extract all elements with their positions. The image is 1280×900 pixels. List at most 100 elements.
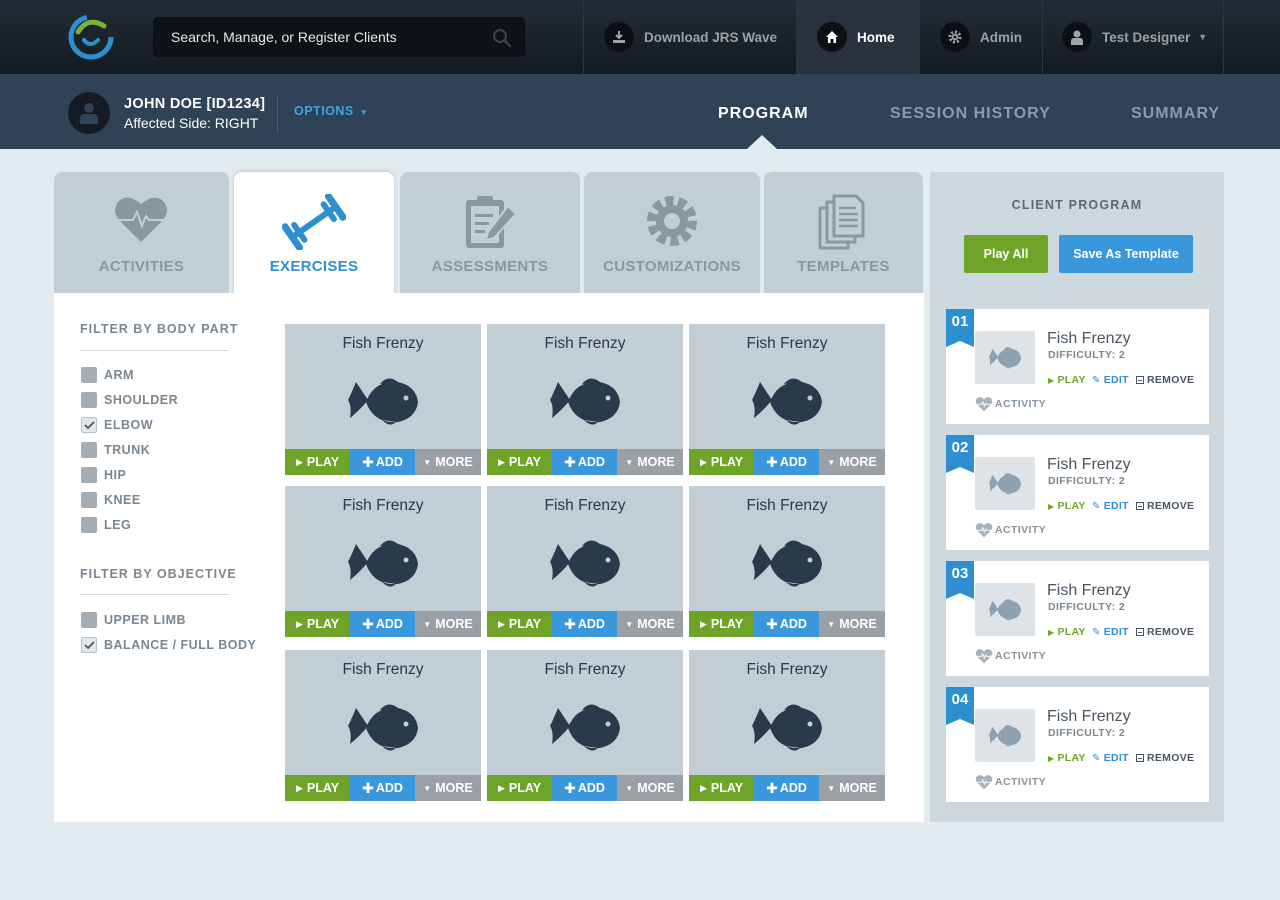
divider	[80, 594, 229, 595]
gear-icon	[940, 22, 970, 52]
exercise-card[interactable]: Fish Frenzy ▶ PLAY ✚ ADD ▼ MORE	[689, 650, 885, 801]
play-icon: ▶	[1048, 627, 1055, 637]
card-add-button[interactable]: ✚ ADD	[350, 775, 415, 801]
card-more-button[interactable]: ▼ MORE	[617, 611, 683, 637]
exercise-card[interactable]: Fish Frenzy ▶ PLAY ✚ ADD ▼ MORE	[285, 650, 481, 801]
checkbox[interactable]	[81, 517, 97, 533]
active-tab-pointer	[747, 135, 777, 149]
filter-trunk[interactable]: TRUNK	[81, 442, 150, 458]
clipboard-edit-icon	[466, 196, 518, 248]
card-add-button[interactable]: ✚ ADD	[350, 449, 415, 475]
checkbox[interactable]	[81, 367, 97, 383]
top-navigation: Download JRS Wave Home Admin Test Design…	[0, 0, 1280, 74]
nav-home[interactable]: Home	[796, 0, 919, 74]
card-play-button[interactable]: ▶ PLAY	[689, 449, 754, 475]
card-play-button[interactable]: ▶ PLAY	[487, 775, 552, 801]
card-add-button[interactable]: ✚ ADD	[350, 611, 415, 637]
card-play-button[interactable]: ▶ PLAY	[487, 449, 552, 475]
filter-hip[interactable]: HIP	[81, 467, 126, 483]
card-add-button[interactable]: ✚ ADD	[754, 775, 819, 801]
checkbox-checked[interactable]	[81, 417, 97, 433]
tab-program[interactable]: PROGRAM	[718, 105, 809, 123]
pencil-icon: ✎	[1092, 626, 1101, 638]
nav-user-menu[interactable]: Test Designer ▼	[1042, 0, 1224, 74]
filter-knee[interactable]: KNEE	[81, 492, 141, 508]
card-add-button[interactable]: ✚ ADD	[552, 449, 617, 475]
nav-admin[interactable]: Admin	[919, 0, 1042, 74]
card-play-button[interactable]: ▶ PLAY	[689, 611, 754, 637]
card-add-button[interactable]: ✚ ADD	[754, 611, 819, 637]
card-more-button[interactable]: ▼ MORE	[415, 775, 481, 801]
filter-arm[interactable]: ARM	[81, 367, 134, 383]
program-item: 01 Fish Frenzy DIFFICULTY: 2 ▶ PLAY ✎ EDIT…	[946, 309, 1209, 424]
tab-session-history[interactable]: SESSION HISTORY	[890, 105, 1051, 123]
play-icon: ▶	[1048, 753, 1055, 763]
card-more-button[interactable]: ▼ MORE	[819, 449, 885, 475]
save-as-template-button[interactable]: Save As Template	[1059, 235, 1193, 273]
search-input[interactable]	[171, 29, 481, 45]
remove-label: REMOVE	[1147, 500, 1195, 512]
checkbox[interactable]	[81, 392, 97, 408]
card-more-button[interactable]: ▼ MORE	[819, 611, 885, 637]
card-more-button[interactable]: ▼ MORE	[617, 775, 683, 801]
program-item-edit[interactable]: ✎ EDIT	[1092, 374, 1129, 386]
tab-assessments[interactable]: ASSESSMENTS	[400, 172, 580, 294]
plus-icon: ✚	[564, 779, 576, 796]
exercise-card[interactable]: Fish Frenzy ▶ PLAY ✚ ADD ▼ MORE	[487, 324, 683, 475]
program-item-remove[interactable]: REMOVE	[1136, 626, 1194, 638]
card-play-button[interactable]: ▶ PLAY	[285, 611, 350, 637]
tab-exercises-label: EXERCISES	[269, 258, 359, 275]
options-label: OPTIONS	[294, 104, 354, 118]
chevron-down-icon: ▼	[625, 457, 634, 467]
program-item-play[interactable]: ▶ PLAY	[1048, 374, 1086, 386]
play-icon: ▶	[1048, 501, 1055, 511]
logo-icon[interactable]	[68, 14, 114, 60]
card-add-button[interactable]: ✚ ADD	[552, 611, 617, 637]
program-item-edit[interactable]: ✎ EDIT	[1092, 500, 1129, 512]
checkbox[interactable]	[81, 467, 97, 483]
exercise-card[interactable]: Fish Frenzy ▶ PLAY ✚ ADD ▼ MORE	[285, 486, 481, 637]
card-more-button[interactable]: ▼ MORE	[819, 775, 885, 801]
exercise-card[interactable]: Fish Frenzy ▶ PLAY ✚ ADD ▼ MORE	[285, 324, 481, 475]
card-more-button[interactable]: ▼ MORE	[415, 611, 481, 637]
program-item-remove[interactable]: REMOVE	[1136, 374, 1194, 386]
program-item-edit[interactable]: ✎ EDIT	[1092, 752, 1129, 764]
filter-leg[interactable]: LEG	[81, 517, 131, 533]
options-dropdown[interactable]: OPTIONS ▼	[294, 104, 368, 118]
program-item-play[interactable]: ▶ PLAY	[1048, 752, 1086, 764]
checkbox-checked[interactable]	[81, 637, 97, 653]
card-play-button[interactable]: ▶ PLAY	[285, 775, 350, 801]
checkbox[interactable]	[81, 492, 97, 508]
card-play-button[interactable]: ▶ PLAY	[487, 611, 552, 637]
tab-summary[interactable]: SUMMARY	[1131, 105, 1220, 123]
card-add-button[interactable]: ✚ ADD	[552, 775, 617, 801]
checkbox[interactable]	[81, 442, 97, 458]
tab-exercises[interactable]: EXERCISES	[234, 172, 394, 296]
exercise-card[interactable]: Fish Frenzy ▶ PLAY ✚ ADD ▼ MORE	[689, 486, 885, 637]
nav-download[interactable]: Download JRS Wave	[583, 0, 796, 74]
exercise-card[interactable]: Fish Frenzy ▶ PLAY ✚ ADD ▼ MORE	[487, 486, 683, 637]
filter-balance-full-body[interactable]: BALANCE / FULL BODY	[81, 637, 256, 653]
card-more-button[interactable]: ▼ MORE	[617, 449, 683, 475]
card-more-button[interactable]: ▼ MORE	[415, 449, 481, 475]
filter-upper-limb[interactable]: UPPER LIMB	[81, 612, 186, 628]
tab-templates[interactable]: TEMPLATES	[764, 172, 923, 294]
activity-label: ACTIVITY	[995, 776, 1047, 788]
program-item-play[interactable]: ▶ PLAY	[1048, 500, 1086, 512]
program-item-remove[interactable]: REMOVE	[1136, 752, 1194, 764]
search-icon[interactable]	[492, 28, 512, 48]
program-item-remove[interactable]: REMOVE	[1136, 500, 1194, 512]
play-all-button[interactable]: Play All	[964, 235, 1048, 273]
filter-elbow[interactable]: ELBOW	[81, 417, 153, 433]
tab-customizations[interactable]: CUSTOMIZATIONS	[584, 172, 760, 294]
tab-activities[interactable]: ACTIVITIES	[54, 172, 229, 294]
program-item-edit[interactable]: ✎ EDIT	[1092, 626, 1129, 638]
card-add-button[interactable]: ✚ ADD	[754, 449, 819, 475]
exercise-card[interactable]: Fish Frenzy ▶ PLAY ✚ ADD ▼ MORE	[487, 650, 683, 801]
filter-shoulder[interactable]: SHOULDER	[81, 392, 178, 408]
card-play-button[interactable]: ▶ PLAY	[285, 449, 350, 475]
exercise-card[interactable]: Fish Frenzy ▶ PLAY ✚ ADD ▼ MORE	[689, 324, 885, 475]
card-play-button[interactable]: ▶ PLAY	[689, 775, 754, 801]
program-item-play[interactable]: ▶ PLAY	[1048, 626, 1086, 638]
checkbox[interactable]	[81, 612, 97, 628]
